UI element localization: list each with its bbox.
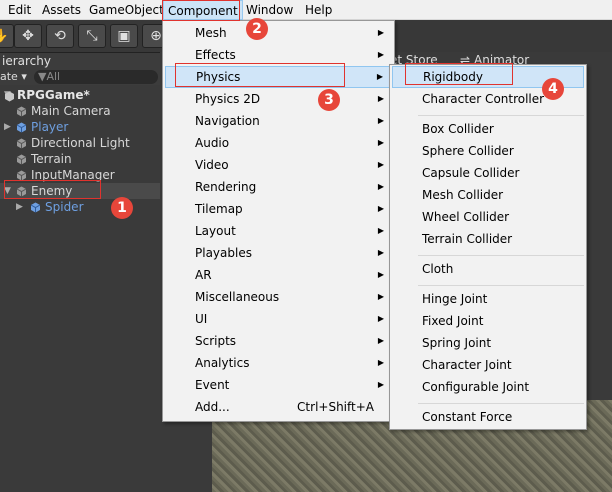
menu-item-mesh-collider[interactable]: Mesh Collider — [392, 184, 584, 206]
hierarchy-item-spider[interactable]: ▶ Spider — [0, 199, 160, 215]
menu-item-ar[interactable]: AR ▶ — [165, 264, 392, 286]
hierarchy-item-terrain[interactable]: Terrain — [0, 151, 160, 167]
create-dropdown[interactable]: ate ▾ — [0, 70, 27, 83]
scene-name: RPGGame* — [17, 88, 90, 102]
hierarchy-tab-label: ierarchy — [2, 54, 51, 68]
menu-item-fixed-joint[interactable]: Fixed Joint — [392, 310, 584, 332]
menu-item-audio[interactable]: Audio ▶ — [165, 132, 392, 154]
physics-submenu: Rigidbody Character Controller Box Colli… — [389, 64, 587, 430]
gameobject-icon — [16, 138, 27, 149]
menu-item-configurable-joint[interactable]: Configurable Joint — [392, 376, 584, 398]
highlight-box-enemy — [4, 180, 101, 199]
scene-row[interactable]: ▼ RPGGame* — [0, 87, 160, 103]
hierarchy-item-label: Directional Light — [31, 136, 130, 150]
highlight-box-component — [162, 0, 240, 21]
separator — [418, 255, 584, 256]
menu-item-rendering[interactable]: Rendering ▶ — [165, 176, 392, 198]
menu-item-playables[interactable]: Playables ▶ — [165, 242, 392, 264]
hierarchy-item-player[interactable]: ▶ Player — [0, 119, 160, 135]
menu-item-tilemap[interactable]: Tilemap ▶ — [165, 198, 392, 220]
menu-item-miscellaneous[interactable]: Miscellaneous ▶ — [165, 286, 392, 308]
menu-item-mesh[interactable]: Mesh ▶ — [165, 22, 392, 44]
hierarchy-item-label: Player — [31, 120, 69, 134]
hierarchy-item-label: Spider — [45, 200, 84, 214]
highlight-box-rigidbody — [405, 63, 513, 85]
menu-window[interactable]: Window — [246, 0, 293, 20]
menu-item-analytics[interactable]: Analytics ▶ — [165, 352, 392, 374]
menu-item-cloth[interactable]: Cloth — [392, 258, 584, 280]
step-badge-2: 2 — [246, 18, 268, 40]
unity-scene-icon — [5, 91, 14, 102]
expand-arrow-icon[interactable]: ▶ — [4, 119, 11, 135]
menu-item-capsule-collider[interactable]: Capsule Collider — [392, 162, 584, 184]
rotate-icon[interactable]: ⟲ — [46, 24, 74, 48]
gameobject-icon — [16, 154, 27, 165]
menu-item-event[interactable]: Event ▶ — [165, 374, 392, 396]
menu-bar: Edit Assets GameObject Component Window … — [0, 0, 612, 20]
hierarchy-item-label: Terrain — [31, 152, 72, 166]
menu-item-scripts[interactable]: Scripts ▶ — [165, 330, 392, 352]
prefab-icon — [30, 202, 41, 213]
separator — [418, 285, 584, 286]
hierarchy-toolbar: ate ▾ ▼All — [0, 69, 160, 85]
menu-item-physics-2d[interactable]: Physics 2D ▶ — [165, 88, 392, 110]
gameobject-icon — [16, 106, 27, 117]
prefab-icon — [16, 122, 27, 133]
search-input[interactable]: ▼All — [34, 70, 158, 84]
hand-icon[interactable]: ✋ — [0, 24, 14, 48]
menu-item-layout[interactable]: Layout ▶ — [165, 220, 392, 242]
menu-assets[interactable]: Assets — [42, 0, 81, 20]
menu-gameobject[interactable]: GameObject — [89, 0, 164, 20]
hierarchy-item-directional-light[interactable]: Directional Light — [0, 135, 160, 151]
menu-edit[interactable]: Edit — [8, 0, 31, 20]
hierarchy-item-main-camera[interactable]: Main Camera — [0, 103, 160, 119]
menu-item-sphere-collider[interactable]: Sphere Collider — [392, 140, 584, 162]
menu-item-spring-joint[interactable]: Spring Joint — [392, 332, 584, 354]
menu-item-navigation[interactable]: Navigation ▶ — [165, 110, 392, 132]
hierarchy-panel: ▼ RPGGame* Main Camera ▶ Player Directio… — [0, 85, 160, 492]
separator — [418, 403, 584, 404]
menu-item-character-joint[interactable]: Character Joint — [392, 354, 584, 376]
step-badge-4: 4 — [542, 78, 564, 100]
move-icon[interactable]: ✥ — [14, 24, 42, 48]
menu-item-ui[interactable]: UI ▶ — [165, 308, 392, 330]
menu-item-wheel-collider[interactable]: Wheel Collider — [392, 206, 584, 228]
menu-item-hinge-joint[interactable]: Hinge Joint — [392, 288, 584, 310]
shortcut-label: Ctrl+Shift+A — [297, 400, 374, 414]
menu-item-box-collider[interactable]: Box Collider — [392, 118, 584, 140]
expand-arrow-icon[interactable]: ▶ — [16, 199, 23, 215]
hierarchy-tab[interactable]: ierarchy — [0, 52, 160, 69]
menu-item-add[interactable]: Add... Ctrl+Shift+A — [165, 396, 392, 418]
menu-item-terrain-collider[interactable]: Terrain Collider — [392, 228, 584, 250]
highlight-box-physics — [175, 63, 345, 87]
rect-icon[interactable]: ▣ — [110, 24, 138, 48]
menu-item-constant-force[interactable]: Constant Force — [392, 406, 584, 428]
menu-help[interactable]: Help — [305, 0, 332, 20]
step-badge-1: 1 — [111, 197, 133, 219]
scale-icon[interactable]: ⤡ — [78, 24, 106, 48]
menu-item-video[interactable]: Video ▶ — [165, 154, 392, 176]
separator — [418, 115, 584, 116]
hierarchy-item-label: Main Camera — [31, 104, 111, 118]
step-badge-3: 3 — [318, 89, 340, 111]
